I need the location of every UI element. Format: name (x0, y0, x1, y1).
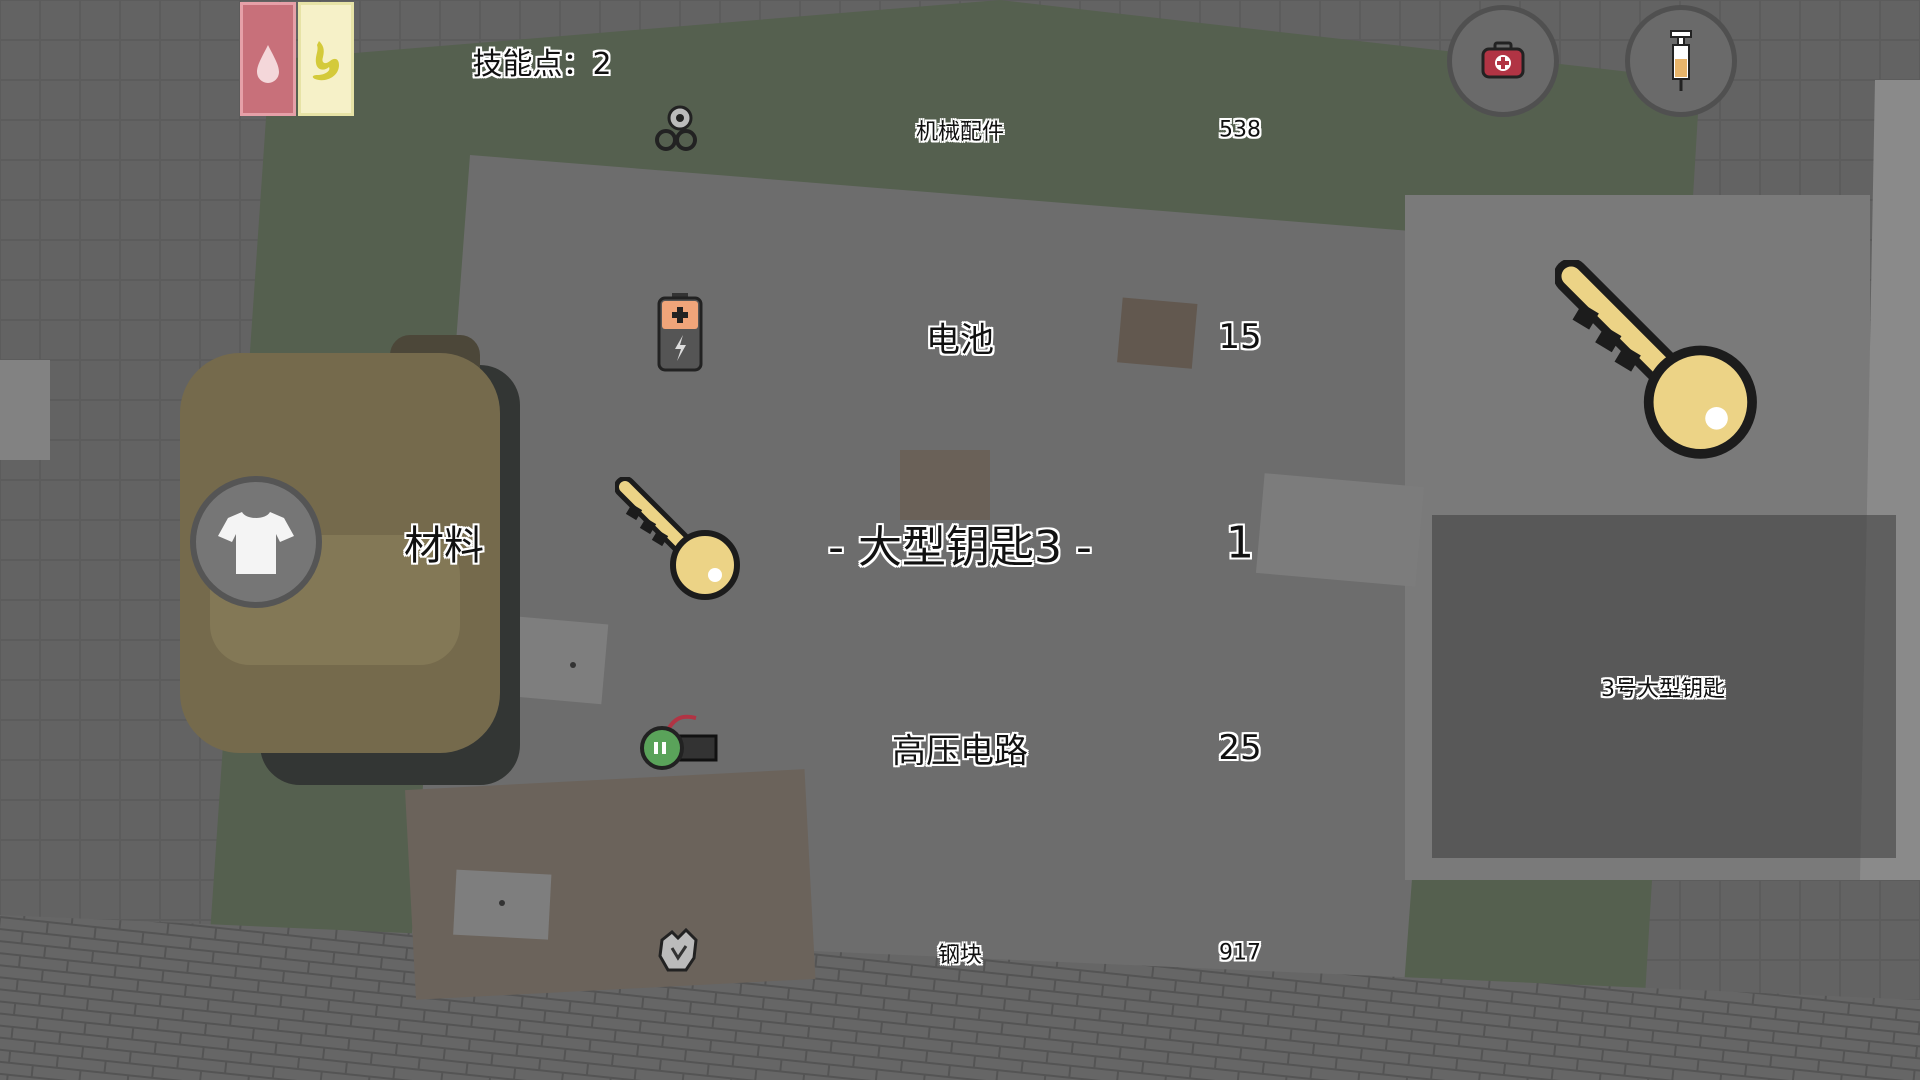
item-name-large-key-selected[interactable]: - 大型钥匙3 - (828, 511, 1092, 575)
category-label: 材料 (404, 523, 484, 569)
item-name-high-voltage-circuit[interactable]: 高压电路 (892, 724, 1028, 773)
thirst-bar (240, 2, 296, 116)
battery-icon (657, 293, 703, 372)
item-description: 3号大型钥匙 (1601, 677, 1725, 702)
item-name-machine-parts[interactable]: 机械配件 (916, 114, 1004, 146)
first-aid-kit-button[interactable] (1447, 5, 1559, 117)
item-count-high-voltage-circuit: 25 (1218, 728, 1262, 768)
item-count-steel-block: 917 (1219, 940, 1261, 966)
item-name-steel-block[interactable]: 钢块 (938, 937, 982, 969)
tshirt-icon (218, 512, 294, 574)
item-name-battery[interactable]: 电池 (926, 313, 994, 362)
large-key-icon (615, 477, 740, 600)
hunger-bar (298, 2, 354, 116)
item-count-machine-parts: 538 (1219, 117, 1261, 143)
machine-parts-icon (655, 105, 697, 151)
skill-points-label: 技能点：2 (472, 47, 612, 82)
clothing-category-button[interactable] (190, 476, 322, 608)
stomach-icon (312, 41, 339, 81)
steel-block-icon (658, 928, 698, 972)
item-count-battery: 15 (1218, 317, 1262, 357)
syringe-button[interactable] (1625, 5, 1737, 117)
first-aid-kit-icon (1481, 41, 1525, 79)
detail-large-key-icon (1555, 260, 1757, 459)
water-drop-icon (257, 45, 279, 83)
syringe-icon (1670, 30, 1692, 91)
high-voltage-circuit-icon (640, 714, 718, 770)
item-count-large-key: 1 (1226, 517, 1254, 569)
